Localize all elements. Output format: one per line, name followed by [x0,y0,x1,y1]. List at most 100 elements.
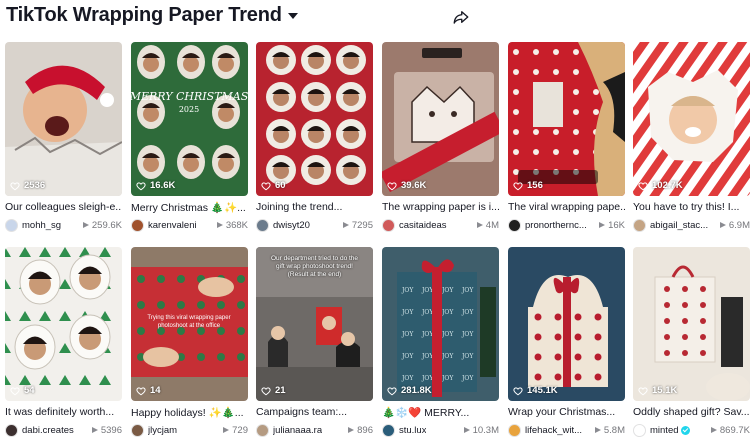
video-thumbnail[interactable]: 156 [508,42,625,196]
video-thumbnail[interactable]: 15.1K [633,247,750,401]
thumbnail-image [382,42,499,196]
avatar[interactable] [382,218,395,232]
author-name[interactable]: pronorthernc... [525,220,587,231]
play-icon [348,427,355,433]
video-caption[interactable]: The viral wrapping pape... [508,201,625,213]
video-thumbnail[interactable]: 60 [256,42,373,196]
avatar[interactable] [5,218,18,232]
video-thumbnail[interactable]: 54 [5,247,122,401]
video-meta: abigail_stac... 6.9M [633,218,750,232]
like-count: 281.8K [387,385,432,396]
heart-icon [10,386,20,395]
view-count: 259.6K [82,219,122,231]
thumbnail-image [633,42,750,196]
video-caption[interactable]: Oddly shaped gift? Sav... [633,406,750,418]
view-count-value: 7295 [351,219,373,231]
author-name[interactable]: mohh_sg [22,220,61,231]
avatar[interactable] [131,218,144,232]
avatar[interactable] [508,423,521,437]
title-dropdown[interactable]: TikTok Wrapping Paper Trend [6,4,298,27]
author-name[interactable]: minted [650,425,679,436]
author-name[interactable]: jlycjam [148,425,177,436]
heart-icon [136,386,146,395]
video-caption[interactable]: The wrapping paper is i... [382,201,499,213]
thumbnail-image: JOY JOY JOY JOY JOY JOY JOY JOY JOY JOY JOY JOY JOY J… [382,247,499,401]
share-icon[interactable] [452,8,470,26]
like-count: 14 [136,385,161,396]
video-caption[interactable]: Wrap your Christmas... [508,406,625,418]
video-thumbnail[interactable]: 39.6K [382,42,499,196]
avatar[interactable] [633,218,646,232]
svg-text:JOY: JOY [401,287,414,294]
video-thumbnail[interactable]: 145.1K [508,247,625,401]
svg-text:JOY: JOY [401,309,414,316]
view-count: 368K [216,220,248,231]
thumbnail-image [256,42,373,196]
video-caption[interactable]: Joining the trend... [256,201,373,213]
video-meta: lifehack_wit... 5.8M [508,423,625,437]
video-meta: dabi.creates 5396 [5,423,122,437]
video-caption[interactable]: 🎄❄️❤️ MERRY... [382,406,499,419]
thumbnail-image [5,247,122,401]
like-count: 54 [10,385,35,396]
video-caption[interactable]: Our colleagues sleigh-e... [5,201,122,213]
play-icon [216,222,223,228]
author-name[interactable]: karenvaleni [148,220,197,231]
svg-text:JOY: JOY [461,353,474,360]
video-meta: minted 869.7K [633,423,750,437]
svg-text:MERRY CHRISTMAS: MERRY CHRISTMAS [131,90,248,103]
author-name[interactable]: casitaideas [399,220,447,231]
svg-text:2025: 2025 [179,105,199,114]
like-count-value: 145.1K [527,385,558,396]
svg-text:JOY: JOY [441,375,454,382]
avatar[interactable] [5,423,18,437]
heart-icon [261,386,271,395]
video-caption[interactable]: Merry Christmas 🎄✨... [131,201,248,214]
view-count: 16K [599,220,625,231]
svg-text:JOY: JOY [441,353,454,360]
svg-text:JOY: JOY [461,375,474,382]
svg-text:JOY: JOY [461,309,474,316]
heart-icon [136,181,146,190]
like-count-value: 156 [527,180,543,191]
video-thumbnail[interactable]: MERRY CHRISTMAS 2025 16.6K [131,42,248,196]
play-icon [91,427,98,433]
video-thumbnail[interactable]: 102.7K [633,42,750,196]
avatar[interactable] [256,218,269,232]
video-thumbnail[interactable]: 2536 [5,42,122,196]
avatar[interactable] [633,423,646,437]
video-thumbnail[interactable]: Trying this viral wrapping paper photosho… [131,247,248,401]
avatar[interactable] [131,423,144,437]
video-caption[interactable]: You have to try this! I... [633,201,750,213]
author-name[interactable]: lifehack_wit... [525,425,582,436]
like-count-value: 15.1K [652,385,678,396]
video-thumbnail[interactable]: JOY JOY JOY JOY JOY JOY JOY JOY JOY JOY JOY JOY JOY J… [382,247,499,401]
like-count-value: 281.8K [401,385,432,396]
like-count-value: 14 [150,385,161,396]
author-name[interactable]: julianaaa.ra [273,425,322,436]
avatar[interactable] [508,218,521,232]
avatar[interactable] [382,423,395,437]
video-thumbnail[interactable]: 21 Our department tried to do the gift w… [256,247,373,401]
play-icon [463,427,470,433]
view-count: 4M [476,220,499,231]
like-count: 102.7K [638,180,683,191]
verified-badge-icon [680,425,690,435]
play-icon [342,222,349,228]
view-count: 6.9M [719,220,750,231]
author-name[interactable]: dabi.creates [22,425,74,436]
video-caption[interactable]: Campaigns team:... [256,406,373,418]
author-name[interactable]: dwisyt20 [273,220,310,231]
author-name[interactable]: stu.lux [399,425,426,436]
author-name[interactable]: abigail_stac... [650,220,708,231]
heart-icon [10,181,20,190]
svg-text:JOY: JOY [401,331,414,338]
video-caption[interactable]: Happy holidays! ✨🎄... [131,406,248,419]
video-meta: jlycjam 729 [131,423,248,437]
like-count: 60 [261,180,286,191]
avatar[interactable] [256,423,269,437]
view-count-value: 16K [608,219,625,231]
thumbnail-image [508,247,625,401]
view-count-value: 259.6K [91,219,122,231]
video-caption[interactable]: It was definitely worth... [5,406,122,418]
